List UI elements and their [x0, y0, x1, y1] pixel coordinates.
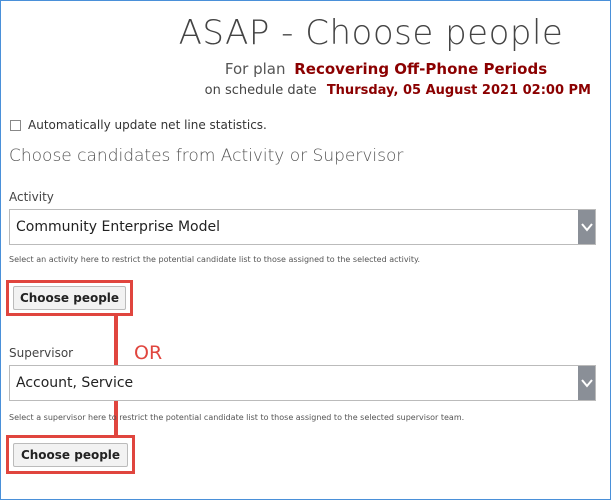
activity-help-text: Select an activity here to restrict the … [9, 255, 421, 264]
activity-select-value[interactable]: Community Enterprise Model [10, 219, 578, 235]
dialog-frame: ASAP - Choose people For plan Recovering… [0, 0, 611, 500]
or-label: OR [134, 342, 163, 364]
plan-prefix: For plan [224, 60, 286, 78]
plan-line: For plan Recovering Off-Phone Periods [181, 60, 591, 78]
date-prefix: on schedule date [204, 83, 317, 98]
supervisor-label: Supervisor [9, 346, 74, 360]
chevron-down-icon[interactable] [578, 210, 595, 244]
auto-update-label[interactable]: Automatically update net line statistics… [28, 118, 267, 132]
page-title: ASAP - Choose people [178, 13, 564, 53]
supervisor-select-value[interactable]: Account, Service [10, 375, 578, 391]
section-heading: Choose candidates from Activity or Super… [9, 146, 404, 166]
activity-label: Activity [9, 190, 54, 204]
supervisor-choose-people-button[interactable]: Choose people [13, 443, 128, 467]
chevron-down-icon[interactable] [578, 366, 595, 400]
activity-select[interactable]: Community Enterprise Model [9, 209, 596, 245]
auto-update-row[interactable]: Automatically update net line statistics… [10, 118, 267, 132]
schedule-date-line: on schedule date Thursday, 05 August 202… [151, 83, 591, 98]
supervisor-select[interactable]: Account, Service [9, 365, 596, 401]
schedule-date-value: Thursday, 05 August 2021 02:00 PM [326, 83, 591, 98]
plan-name: Recovering Off-Phone Periods [294, 60, 548, 78]
activity-choose-people-button[interactable]: Choose people [13, 286, 126, 310]
auto-update-checkbox[interactable] [10, 119, 21, 131]
supervisor-help-text: Select a supervisor here to restrict the… [9, 413, 465, 422]
